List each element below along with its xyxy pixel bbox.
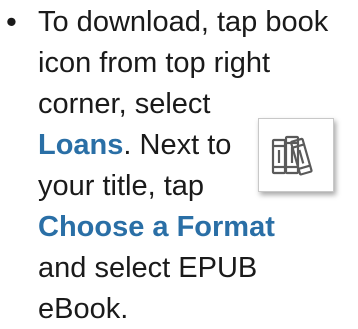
instruction-line-3: corner, select	[38, 84, 210, 124]
instruction-line-2: icon from top right	[38, 43, 270, 83]
books-icon-image	[258, 118, 334, 192]
instruction-text: and select EPUB	[38, 252, 258, 284]
instruction-line-4: Loans. Next to	[38, 125, 231, 165]
instruction-line-6: Choose a Format	[38, 207, 275, 247]
choose-format-emphasis: Choose a Format	[38, 211, 275, 243]
instruction-line-7: and select EPUB	[38, 248, 257, 288]
instruction-text: your title, tap	[38, 170, 205, 202]
instruction-line-8: eBook.	[38, 289, 128, 329]
instruction-text: icon from top right	[38, 47, 271, 79]
instruction-line-1: To download, tap book	[38, 2, 328, 42]
instruction-text: corner, select	[38, 88, 211, 120]
instruction-text: To download, tap book	[38, 6, 329, 38]
bullet-marker: •	[6, 4, 17, 39]
instruction-line-5: your title, tap	[38, 166, 204, 206]
instruction-text: . Next to	[123, 129, 232, 161]
loans-emphasis: Loans	[38, 129, 124, 161]
books-icon	[271, 135, 313, 176]
instruction-text: eBook.	[38, 293, 129, 325]
